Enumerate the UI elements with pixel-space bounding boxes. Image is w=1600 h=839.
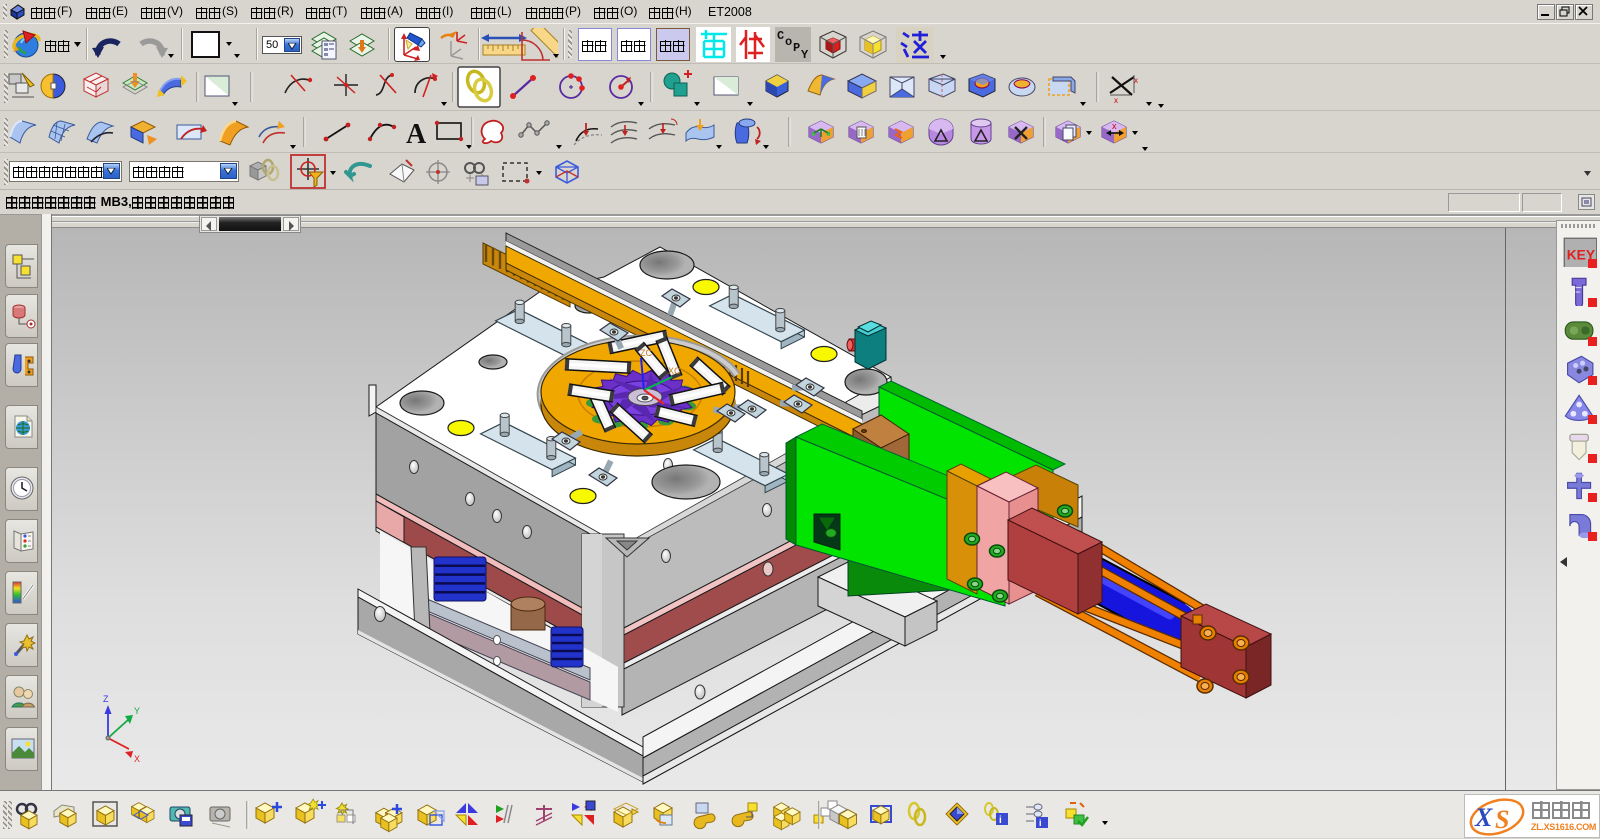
svg-text:S: S (1495, 805, 1509, 834)
svg-text:x: x (1114, 96, 1118, 105)
svg-text:o: o (785, 35, 792, 49)
svg-text:i: i (999, 815, 1002, 826)
svg-text:X: X (1474, 803, 1493, 832)
svg-text:X: X (134, 754, 140, 764)
svg-text:i: i (1039, 818, 1042, 828)
svg-text:x: x (1134, 76, 1138, 85)
svg-text:Y: Y (801, 48, 809, 62)
svg-text:A: A (406, 119, 427, 150)
svg-text:Y: Y (134, 706, 140, 716)
svg-text:ZC: ZC (640, 348, 652, 358)
svg-text:P: P (793, 41, 800, 55)
svg-text:x: x (1112, 121, 1117, 131)
svg-text:XC: XC (668, 366, 681, 376)
svg-text:C: C (777, 29, 784, 43)
svg-text:Z: Z (103, 694, 109, 704)
